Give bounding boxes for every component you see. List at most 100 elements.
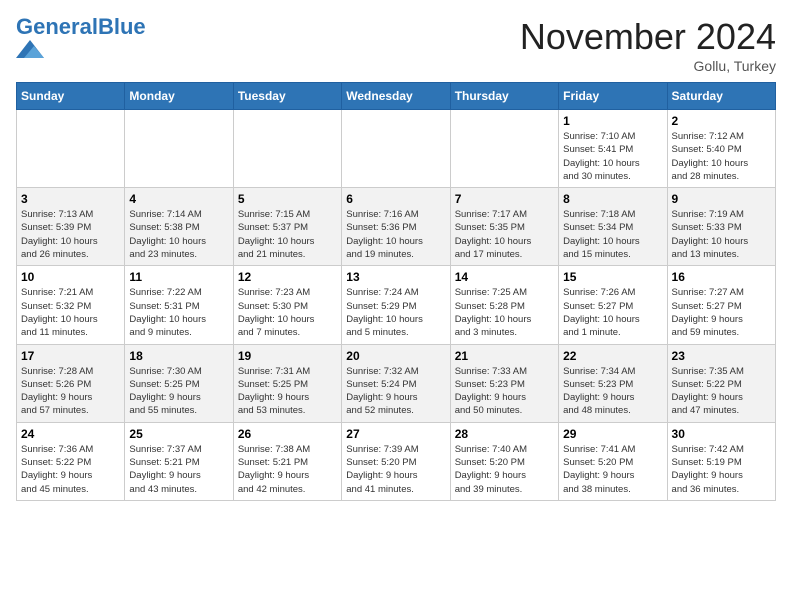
day-info: Sunrise: 7:19 AMSunset: 5:33 PMDaylight:… xyxy=(672,208,771,261)
calendar-cell: 7 Sunrise: 7:17 AMSunset: 5:35 PMDaylight… xyxy=(450,188,558,266)
calendar-cell: 17 Sunrise: 7:28 AMSunset: 5:26 PMDayligh… xyxy=(17,344,125,422)
day-info: Sunrise: 7:12 AMSunset: 5:40 PMDaylight:… xyxy=(672,130,771,183)
day-info: Sunrise: 7:30 AMSunset: 5:25 PMDaylight:… xyxy=(129,365,228,418)
day-info: Sunrise: 7:16 AMSunset: 5:36 PMDaylight:… xyxy=(346,208,445,261)
day-number: 5 xyxy=(238,192,337,206)
weekday-header-row: SundayMondayTuesdayWednesdayThursdayFrid… xyxy=(17,83,776,110)
weekday-header: Saturday xyxy=(667,83,775,110)
day-number: 22 xyxy=(563,349,662,363)
calendar-cell: 1 Sunrise: 7:10 AMSunset: 5:41 PMDaylight… xyxy=(559,110,667,188)
calendar-week-row: 17 Sunrise: 7:28 AMSunset: 5:26 PMDayligh… xyxy=(17,344,776,422)
calendar-cell: 15 Sunrise: 7:26 AMSunset: 5:27 PMDayligh… xyxy=(559,266,667,344)
day-info: Sunrise: 7:24 AMSunset: 5:29 PMDaylight:… xyxy=(346,286,445,339)
calendar-cell: 26 Sunrise: 7:38 AMSunset: 5:21 PMDayligh… xyxy=(233,422,341,500)
logo-icon xyxy=(16,40,44,58)
logo: GeneralBlue xyxy=(16,16,146,63)
calendar-week-row: 10Sunrise: 7:21 AMSunset: 5:32 PMDayligh… xyxy=(17,266,776,344)
day-number: 24 xyxy=(21,427,120,441)
day-number: 14 xyxy=(455,270,554,284)
day-info: Sunrise: 7:21 AMSunset: 5:32 PMDaylight:… xyxy=(21,286,120,339)
location: Gollu, Turkey xyxy=(520,58,776,74)
calendar-cell: 6Sunrise: 7:16 AMSunset: 5:36 PMDaylight… xyxy=(342,188,450,266)
page-header: GeneralBlue November 2024 Gollu, Turkey xyxy=(16,16,776,74)
day-number: 1 xyxy=(563,114,662,128)
logo-block: GeneralBlue xyxy=(16,16,146,63)
calendar-cell xyxy=(342,110,450,188)
day-number: 18 xyxy=(129,349,228,363)
day-info: Sunrise: 7:42 AMSunset: 5:19 PMDaylight:… xyxy=(672,443,771,496)
calendar-cell: 28Sunrise: 7:40 AMSunset: 5:20 PMDayligh… xyxy=(450,422,558,500)
day-number: 23 xyxy=(672,349,771,363)
day-info: Sunrise: 7:18 AMSunset: 5:34 PMDaylight:… xyxy=(563,208,662,261)
day-info: Sunrise: 7:33 AMSunset: 5:23 PMDaylight:… xyxy=(455,365,554,418)
calendar-cell: 13 Sunrise: 7:24 AMSunset: 5:29 PMDayligh… xyxy=(342,266,450,344)
weekday-header: Wednesday xyxy=(342,83,450,110)
weekday-header: Thursday xyxy=(450,83,558,110)
day-number: 27 xyxy=(346,427,445,441)
calendar-cell: 11 Sunrise: 7:22 AMSunset: 5:31 PMDayligh… xyxy=(125,266,233,344)
day-info: Sunrise: 7:14 AMSunset: 5:38 PMDaylight:… xyxy=(129,208,228,261)
day-number: 20 xyxy=(346,349,445,363)
day-number: 4 xyxy=(129,192,228,206)
calendar-cell: 23 Sunrise: 7:35 AMSunset: 5:22 PMDayligh… xyxy=(667,344,775,422)
day-number: 15 xyxy=(563,270,662,284)
calendar-cell: 4 Sunrise: 7:14 AMSunset: 5:38 PMDaylight… xyxy=(125,188,233,266)
day-info: Sunrise: 7:34 AMSunset: 5:23 PMDaylight:… xyxy=(563,365,662,418)
calendar-cell: 16 Sunrise: 7:27 AMSunset: 5:27 PMDayligh… xyxy=(667,266,775,344)
calendar-cell: 21 Sunrise: 7:33 AMSunset: 5:23 PMDayligh… xyxy=(450,344,558,422)
day-number: 21 xyxy=(455,349,554,363)
calendar-week-row: 3 Sunrise: 7:13 AMSunset: 5:39 PMDaylight… xyxy=(17,188,776,266)
day-info: Sunrise: 7:23 AMSunset: 5:30 PMDaylight:… xyxy=(238,286,337,339)
weekday-header: Monday xyxy=(125,83,233,110)
title-block: November 2024 Gollu, Turkey xyxy=(520,16,776,74)
calendar-cell: 22 Sunrise: 7:34 AMSunset: 5:23 PMDayligh… xyxy=(559,344,667,422)
calendar-cell: 2 Sunrise: 7:12 AMSunset: 5:40 PMDaylight… xyxy=(667,110,775,188)
day-info: Sunrise: 7:22 AMSunset: 5:31 PMDaylight:… xyxy=(129,286,228,339)
day-number: 30 xyxy=(672,427,771,441)
day-number: 7 xyxy=(455,192,554,206)
calendar-cell: 8Sunrise: 7:18 AMSunset: 5:34 PMDaylight… xyxy=(559,188,667,266)
day-info: Sunrise: 7:13 AMSunset: 5:39 PMDaylight:… xyxy=(21,208,120,261)
calendar-cell: 14Sunrise: 7:25 AMSunset: 5:28 PMDayligh… xyxy=(450,266,558,344)
day-number: 16 xyxy=(672,270,771,284)
calendar-cell: 3 Sunrise: 7:13 AMSunset: 5:39 PMDaylight… xyxy=(17,188,125,266)
weekday-header: Sunday xyxy=(17,83,125,110)
calendar-cell: 25 Sunrise: 7:37 AMSunset: 5:21 PMDayligh… xyxy=(125,422,233,500)
day-number: 17 xyxy=(21,349,120,363)
logo-blue: Blue xyxy=(98,14,146,39)
weekday-header: Friday xyxy=(559,83,667,110)
day-info: Sunrise: 7:39 AMSunset: 5:20 PMDaylight:… xyxy=(346,443,445,496)
calendar-cell: 29Sunrise: 7:41 AMSunset: 5:20 PMDayligh… xyxy=(559,422,667,500)
day-info: Sunrise: 7:17 AMSunset: 5:35 PMDaylight:… xyxy=(455,208,554,261)
logo-general: General xyxy=(16,14,98,39)
day-number: 3 xyxy=(21,192,120,206)
calendar-cell xyxy=(233,110,341,188)
day-number: 13 xyxy=(346,270,445,284)
day-info: Sunrise: 7:26 AMSunset: 5:27 PMDaylight:… xyxy=(563,286,662,339)
day-number: 12 xyxy=(238,270,337,284)
calendar-cell: 10Sunrise: 7:21 AMSunset: 5:32 PMDayligh… xyxy=(17,266,125,344)
day-info: Sunrise: 7:35 AMSunset: 5:22 PMDaylight:… xyxy=(672,365,771,418)
calendar-cell: 30 Sunrise: 7:42 AMSunset: 5:19 PMDayligh… xyxy=(667,422,775,500)
calendar-cell: 18 Sunrise: 7:30 AMSunset: 5:25 PMDayligh… xyxy=(125,344,233,422)
day-number: 26 xyxy=(238,427,337,441)
calendar-cell xyxy=(125,110,233,188)
day-info: Sunrise: 7:37 AMSunset: 5:21 PMDaylight:… xyxy=(129,443,228,496)
day-number: 11 xyxy=(129,270,228,284)
weekday-header: Tuesday xyxy=(233,83,341,110)
day-number: 25 xyxy=(129,427,228,441)
day-info: Sunrise: 7:38 AMSunset: 5:21 PMDaylight:… xyxy=(238,443,337,496)
day-info: Sunrise: 7:27 AMSunset: 5:27 PMDaylight:… xyxy=(672,286,771,339)
day-info: Sunrise: 7:32 AMSunset: 5:24 PMDaylight:… xyxy=(346,365,445,418)
calendar-week-row: 1 Sunrise: 7:10 AMSunset: 5:41 PMDaylight… xyxy=(17,110,776,188)
day-info: Sunrise: 7:36 AMSunset: 5:22 PMDaylight:… xyxy=(21,443,120,496)
day-number: 2 xyxy=(672,114,771,128)
calendar-cell: 20 Sunrise: 7:32 AMSunset: 5:24 PMDayligh… xyxy=(342,344,450,422)
calendar-cell xyxy=(450,110,558,188)
day-info: Sunrise: 7:10 AMSunset: 5:41 PMDaylight:… xyxy=(563,130,662,183)
day-info: Sunrise: 7:28 AMSunset: 5:26 PMDaylight:… xyxy=(21,365,120,418)
calendar-week-row: 24 Sunrise: 7:36 AMSunset: 5:22 PMDayligh… xyxy=(17,422,776,500)
calendar-cell: 9Sunrise: 7:19 AMSunset: 5:33 PMDaylight… xyxy=(667,188,775,266)
day-info: Sunrise: 7:31 AMSunset: 5:25 PMDaylight:… xyxy=(238,365,337,418)
day-number: 19 xyxy=(238,349,337,363)
